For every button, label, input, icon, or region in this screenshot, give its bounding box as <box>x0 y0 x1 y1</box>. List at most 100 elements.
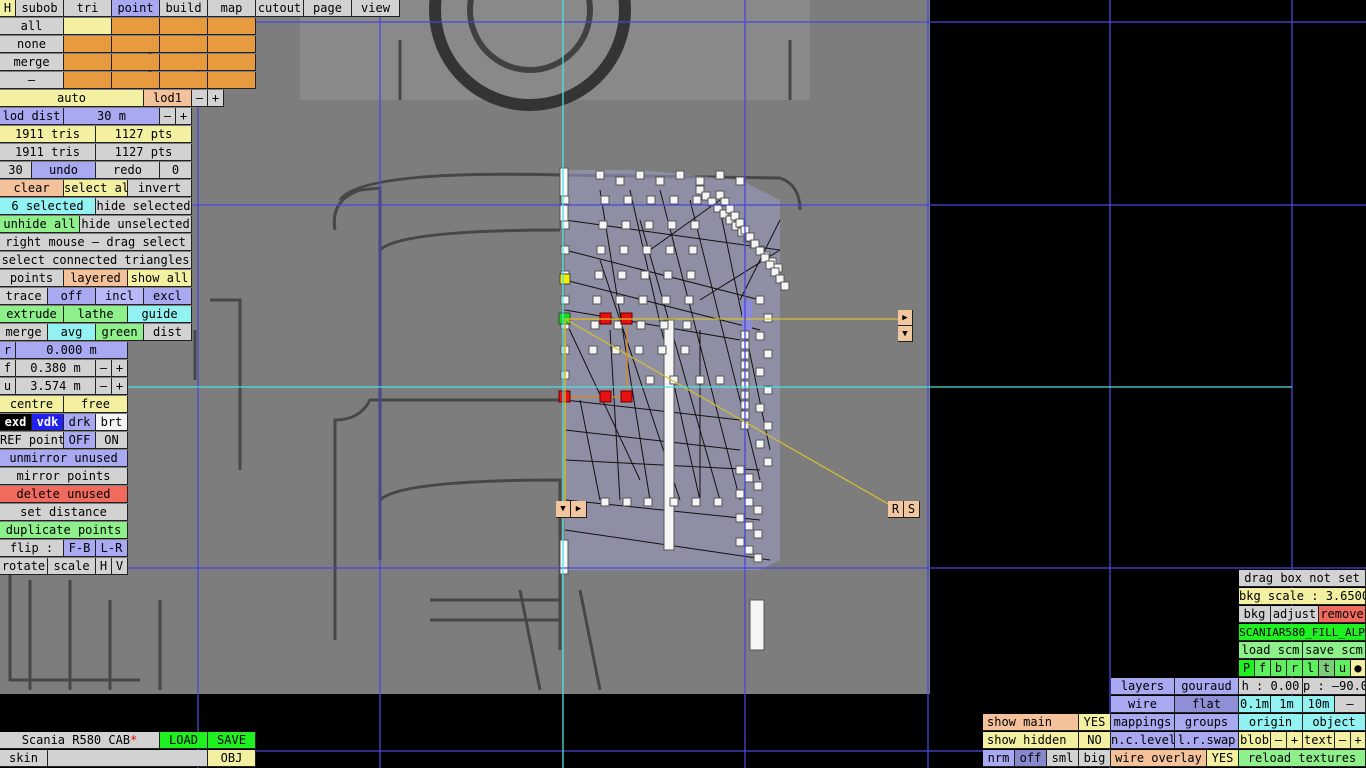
pitch-value[interactable]: p : –90.00 <box>1303 678 1366 695</box>
axis-h-button[interactable]: H <box>96 558 112 575</box>
unmirror-unused-button[interactable]: unmirror unused <box>0 450 128 467</box>
redo-button[interactable]: redo <box>96 162 160 179</box>
mesh-vertex[interactable] <box>763 421 773 431</box>
show-hidden-button[interactable]: show hidden <box>983 732 1079 749</box>
mesh-vertex[interactable] <box>740 360 750 370</box>
mesh-vertex[interactable] <box>669 497 679 507</box>
undo-button[interactable]: undo <box>32 162 96 179</box>
mesh-vertex[interactable] <box>740 400 750 410</box>
mesh-vertex[interactable] <box>744 521 754 531</box>
swatch-1-3[interactable] <box>208 36 256 53</box>
groups-button[interactable]: groups <box>1175 714 1239 731</box>
coord-u-minus[interactable]: – <box>96 378 112 395</box>
mesh-vertex[interactable] <box>617 270 627 280</box>
mesh-vertex[interactable] <box>669 195 679 205</box>
coord-f-value[interactable]: 0.380 m <box>16 360 96 377</box>
text-plus[interactable]: + <box>1351 732 1366 749</box>
mesh-vertex[interactable] <box>755 367 765 377</box>
scale-button[interactable]: scale <box>48 558 96 575</box>
mesh-vertex[interactable] <box>665 245 675 255</box>
show-all-button[interactable]: show all <box>128 270 192 287</box>
wire-overlay-button[interactable]: wire overlay <box>1111 750 1207 767</box>
mesh-vertex[interactable] <box>763 457 773 467</box>
wire-button[interactable]: wire <box>1111 696 1175 713</box>
mesh-vertex[interactable] <box>560 220 570 230</box>
swatch-3-2[interactable] <box>160 72 208 89</box>
mesh-vertex[interactable] <box>755 439 765 449</box>
mesh-vertex[interactable] <box>735 513 745 523</box>
hide-unselected-button[interactable]: hide unselected <box>80 216 192 233</box>
mesh-vertex[interactable] <box>595 170 605 180</box>
shade-exd-button[interactable]: exd <box>0 414 32 431</box>
mesh-vertex[interactable] <box>560 295 570 305</box>
green-button[interactable]: green <box>96 324 144 341</box>
mesh-vertex[interactable] <box>682 320 692 330</box>
select-all-points-button[interactable]: select all <box>64 180 128 197</box>
trace-excl-button[interactable]: excl <box>144 288 192 305</box>
swatch-3-1[interactable] <box>112 72 160 89</box>
mesh-vertex[interactable] <box>763 385 773 395</box>
mesh-vertex[interactable] <box>600 195 610 205</box>
mesh-vertex[interactable] <box>735 537 745 547</box>
mesh-vertex[interactable] <box>590 320 600 330</box>
select-connected-button[interactable]: select connected triangles <box>0 252 192 269</box>
view-f-button[interactable]: f <box>1255 660 1271 677</box>
lr-swap-button[interactable]: l.r.swap <box>1175 732 1239 749</box>
mesh-vertex[interactable] <box>688 245 698 255</box>
mesh-vertex[interactable] <box>780 281 790 291</box>
step-1m[interactable]: 1m <box>1271 696 1303 713</box>
layers-button[interactable]: layers <box>1111 678 1175 695</box>
mesh-vertex[interactable] <box>638 295 648 305</box>
swatch-3-3[interactable] <box>208 72 256 89</box>
select-all-button[interactable]: all <box>0 18 64 35</box>
mesh-vertex[interactable] <box>623 195 633 205</box>
select-none-button[interactable]: none <box>0 36 64 53</box>
mesh-vertex[interactable] <box>740 390 750 400</box>
coord-u-value[interactable]: 3.574 m <box>16 378 96 395</box>
step-01m[interactable]: 0.1m <box>1239 696 1271 713</box>
merge-points-button[interactable]: merge <box>0 324 48 341</box>
skin-button[interactable]: skin <box>0 750 48 767</box>
lathe-button[interactable]: lathe <box>64 306 128 323</box>
load-button[interactable]: LOAD <box>160 732 208 749</box>
swatch-0-2[interactable] <box>160 18 208 35</box>
delete-unused-button[interactable]: delete unused <box>0 486 128 503</box>
lod-auto-button[interactable]: auto <box>0 90 144 107</box>
view-u-button[interactable]: u <box>1335 660 1351 677</box>
coord-r-value[interactable]: 0.000 m <box>16 342 128 359</box>
mesh-vertex[interactable] <box>615 295 625 305</box>
swatch-0-3[interactable] <box>208 18 256 35</box>
mesh-vertex[interactable] <box>715 170 725 180</box>
mesh-vertex[interactable] <box>753 505 763 515</box>
object-button[interactable]: object <box>1303 714 1366 731</box>
blob-plus[interactable]: + <box>1287 732 1303 749</box>
mesh-vertex[interactable] <box>615 176 625 186</box>
coord-f-plus[interactable]: + <box>112 360 128 377</box>
mesh-vertex[interactable] <box>715 375 725 385</box>
save-scm-button[interactable]: save scm <box>1303 642 1366 659</box>
gizmo-move-right[interactable]: ▶ <box>898 310 913 326</box>
mesh-vertex[interactable] <box>560 195 570 205</box>
mesh-vertex[interactable] <box>753 529 763 539</box>
mesh-vertex[interactable] <box>621 220 631 230</box>
normals-off[interactable]: off <box>1015 750 1047 767</box>
mesh-vertex[interactable] <box>744 473 754 483</box>
dash-button[interactable]: – <box>0 72 64 89</box>
mesh-vertex[interactable] <box>675 170 685 180</box>
obj-button[interactable]: OBJ <box>208 750 256 767</box>
tab-point[interactable]: point <box>112 0 160 17</box>
texture-name[interactable]: SCANIAR580_FILL_ALP <box>1239 624 1366 641</box>
swatch-1-2[interactable] <box>160 36 208 53</box>
mesh-vertex[interactable] <box>634 345 644 355</box>
free-button[interactable]: free <box>64 396 128 413</box>
set-distance-button[interactable]: set distance <box>0 504 128 521</box>
ref-points-on[interactable]: ON <box>96 432 128 449</box>
lod-dist-minus[interactable]: – <box>160 108 176 125</box>
mesh-vertex[interactable] <box>598 220 608 230</box>
coord-f-minus[interactable]: – <box>96 360 112 377</box>
invert-button[interactable]: invert <box>128 180 192 197</box>
view-dot-button[interactable]: ● <box>1351 660 1366 677</box>
mesh-vertex[interactable] <box>753 553 763 563</box>
swatch-2-0[interactable] <box>64 54 112 71</box>
mesh-vertex[interactable] <box>755 403 765 413</box>
